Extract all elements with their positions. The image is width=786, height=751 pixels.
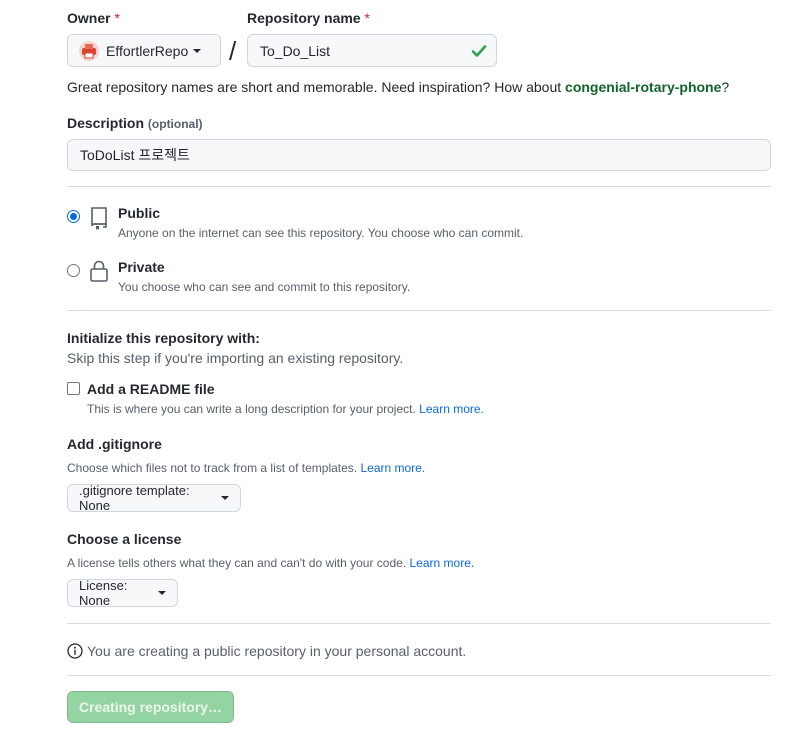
gitignore-learn-more-link[interactable]: Learn more. <box>360 461 425 475</box>
owner-repo-separator: / <box>229 36 237 66</box>
readme-label[interactable]: Add a README file <box>87 381 215 397</box>
required-mark: * <box>364 10 370 26</box>
public-title: Public <box>118 205 161 221</box>
chevron-down-icon <box>221 496 229 500</box>
init-heading: Initialize this repository with: <box>67 330 260 346</box>
description-label: Description (optional) <box>67 115 203 131</box>
private-radio[interactable] <box>67 264 80 277</box>
repo-name-input[interactable]: To_Do_List <box>247 34 497 67</box>
name-suggestion: Great repository names are short and mem… <box>67 79 730 95</box>
repo-name-label: Repository name * <box>247 10 370 26</box>
chevron-down-icon <box>193 48 202 53</box>
public-description: Anyone on the internet can see this repo… <box>118 226 524 240</box>
gitignore-template-dropdown[interactable]: .gitignore template: None <box>67 483 241 513</box>
readme-learn-more-link[interactable]: Learn more. <box>419 402 484 416</box>
divider <box>67 310 771 311</box>
suggested-name-link[interactable]: congenial-rotary-phone <box>565 79 721 95</box>
license-button-label: License: None <box>79 578 128 608</box>
license-learn-more-link[interactable]: Learn more. <box>410 556 475 570</box>
optional-hint: (optional) <box>147 117 203 131</box>
divider <box>67 675 771 676</box>
divider <box>67 623 771 624</box>
repo-public-icon <box>89 206 109 235</box>
repo-name-value: To_Do_List <box>260 42 331 59</box>
license-description: A license tells others what they can and… <box>67 556 475 570</box>
license-dropdown[interactable]: License: None <box>67 578 178 608</box>
divider <box>67 186 771 187</box>
lock-icon <box>89 259 109 288</box>
private-title: Private <box>118 259 165 275</box>
owner-avatar-icon <box>79 40 99 61</box>
private-description: You choose who can see and commit to thi… <box>118 280 411 294</box>
chevron-down-icon <box>158 591 166 595</box>
check-icon <box>471 43 487 62</box>
required-mark: * <box>114 10 120 26</box>
readme-checkbox[interactable] <box>67 382 80 395</box>
owner-label: Owner * <box>67 10 120 26</box>
create-repository-button[interactable]: Creating repository… <box>67 691 234 723</box>
owner-name: EffortlerRepo <box>106 42 189 59</box>
gitignore-description: Choose which files not to track from a l… <box>67 461 426 475</box>
info-message: You are creating a public repository in … <box>87 643 467 659</box>
readme-description: This is where you can write a long descr… <box>87 402 484 416</box>
description-value: ToDoList 프로젝트 <box>80 147 190 163</box>
public-radio[interactable] <box>67 210 80 223</box>
gitignore-button-label: .gitignore template: None <box>79 483 190 513</box>
owner-dropdown[interactable]: EffortlerRepo <box>67 34 221 67</box>
info-icon <box>67 643 83 664</box>
description-input[interactable]: ToDoList 프로젝트 <box>67 139 771 171</box>
init-subheading: Skip this step if you're importing an ex… <box>67 350 404 366</box>
gitignore-heading: Add .gitignore <box>67 436 162 452</box>
license-heading: Choose a license <box>67 531 182 547</box>
